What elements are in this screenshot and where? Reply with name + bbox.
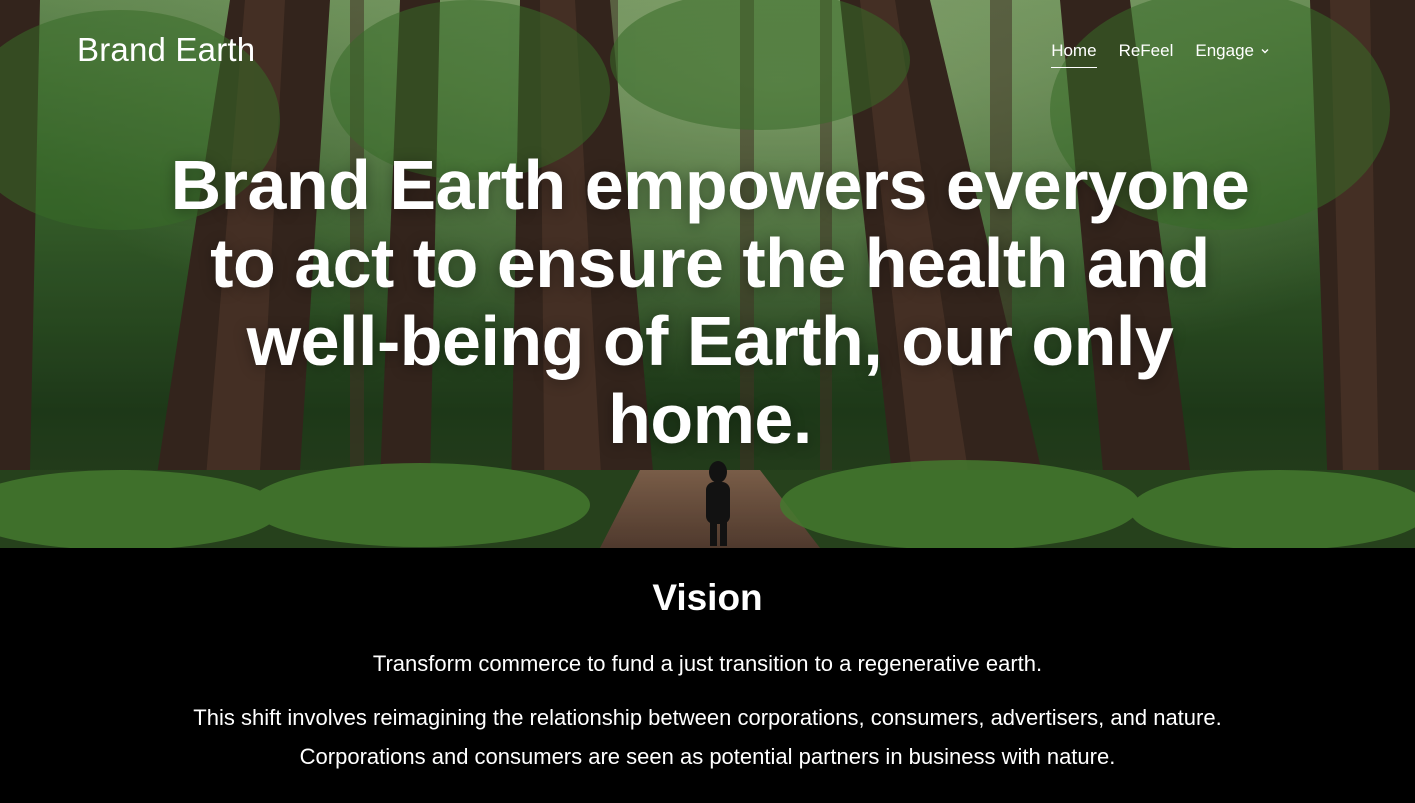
vision-title: Vision [652, 577, 763, 618]
nav-engage-dropdown[interactable]: Engage [1195, 40, 1270, 62]
nav-engage-label: Engage [1195, 41, 1254, 60]
main-nav: Home ReFeel Engage [1051, 40, 1270, 68]
hero-section: Brand Earth Home ReFeel Engage Brand Ear… [0, 0, 1415, 548]
brand-logo-link[interactable]: Brand Earth [77, 30, 255, 70]
vision-lead-text: Transform commerce to fund a just transi… [372, 651, 1043, 676]
hero-headline: Brand Earth empowers everyone to act to … [170, 146, 1250, 458]
chevron-down-icon [1261, 49, 1269, 54]
nav-home-link[interactable]: Home [1051, 40, 1097, 68]
nav-refeel-link[interactable]: ReFeel [1119, 40, 1174, 62]
vision-body-text: This shift involves reimagining the rela… [193, 705, 1222, 769]
vision-section: Vision Transform commerce to fund a just… [0, 548, 1415, 803]
